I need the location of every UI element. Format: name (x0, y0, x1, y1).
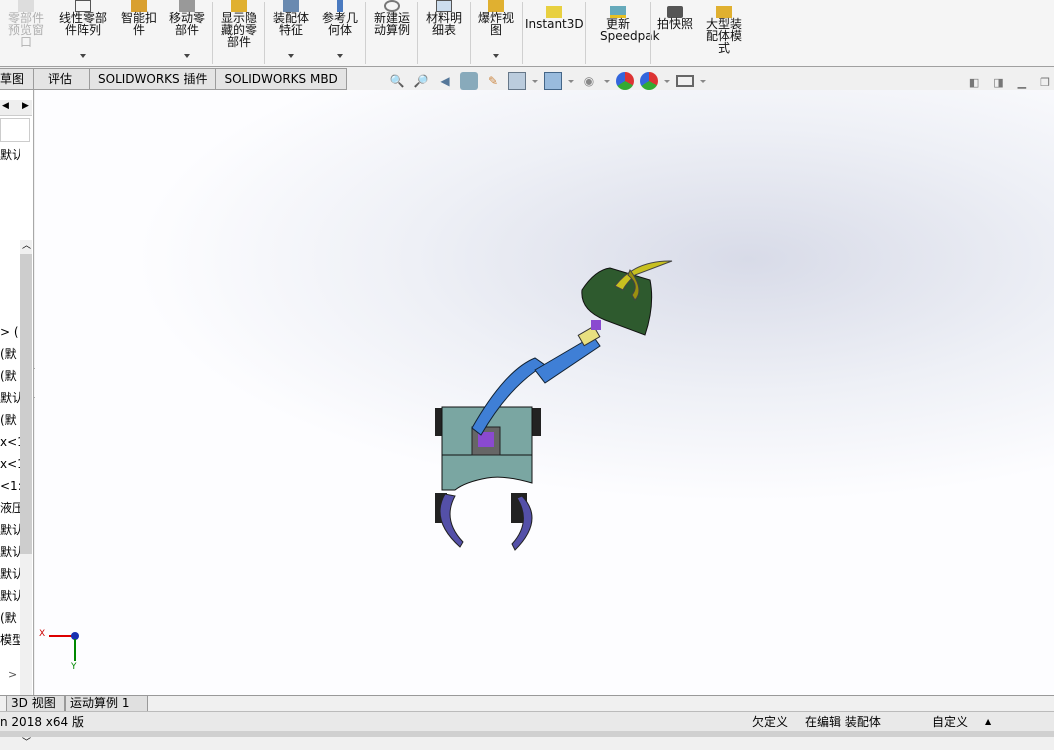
axis-triad: X Y (39, 629, 89, 680)
view-orientation-icon[interactable] (508, 72, 526, 90)
chevron-down-icon[interactable] (568, 79, 574, 83)
tree-item[interactable]: 默认 (0, 391, 20, 405)
exploded-view-button[interactable]: 爆炸视图 (473, 0, 519, 66)
tree-item[interactable]: (默 (0, 347, 20, 361)
zoom-to-fit-icon[interactable]: 🔍 (388, 72, 406, 90)
chevron-down-icon[interactable] (80, 54, 86, 58)
tab-motion-study-1[interactable]: 运动算例 1 (65, 696, 148, 712)
view-settings-monitor-icon[interactable] (676, 75, 694, 87)
component-preview-window-button[interactable]: 零部件预览窗口 (2, 0, 50, 66)
tree-item[interactable]: 默认 (0, 589, 20, 603)
chevron-down-icon[interactable] (184, 54, 190, 58)
tree-item[interactable]: x<1 (0, 435, 20, 449)
chevron-down-icon[interactable] (337, 54, 343, 58)
scroll-up-icon[interactable]: ︿ (22, 238, 31, 251)
tree-item[interactable]: 液压 (0, 501, 20, 515)
instant3d-button[interactable]: Instant3D (525, 0, 584, 66)
bill-of-materials-button[interactable]: 材料明细表 (421, 0, 467, 66)
y-axis-label: Y (71, 662, 77, 672)
chevron-up-icon[interactable]: ▲ (985, 712, 991, 732)
tree-item[interactable]: > ( (0, 325, 20, 339)
arrow-right-icon[interactable]: ▶ (22, 101, 29, 111)
units-custom[interactable]: 自定义 (932, 712, 968, 732)
editing-status: 在编辑 装配体 (805, 715, 881, 729)
minimize-icon[interactable]: ▁ (1018, 76, 1026, 89)
tab-3d-view[interactable]: 3D 视图 (6, 696, 65, 712)
update-speedpak-button[interactable]: 更新Speedpak (588, 0, 660, 66)
section-view-icon[interactable] (460, 72, 478, 90)
tree-item[interactable]: <1: (0, 479, 20, 493)
expand-arrow-icon[interactable]: > (8, 668, 17, 681)
chevron-down-icon[interactable] (493, 54, 499, 58)
chevron-down-icon[interactable] (532, 79, 538, 83)
tree-item[interactable]: x<1 (0, 457, 20, 471)
chevron-down-icon[interactable] (664, 79, 670, 83)
tab-solidworks-addins[interactable]: SOLIDWORKS 插件 (90, 68, 217, 90)
tree-item[interactable]: (默 (0, 413, 20, 427)
apply-scene-icon[interactable] (640, 72, 658, 90)
tree-scrollbar[interactable]: ︿ ﹀ (20, 240, 32, 750)
filter-input[interactable] (0, 118, 30, 142)
robot-assembly-model (435, 260, 673, 551)
x-axis-label: X (39, 629, 46, 639)
linear-component-pattern-button[interactable]: 线性零部件阵列 (55, 0, 111, 66)
chevron-down-icon[interactable] (288, 54, 294, 58)
prev-view-icon[interactable]: ◧ (969, 76, 979, 89)
large-assembly-mode-button[interactable]: 大型装配体模式 (700, 0, 748, 66)
hide-show-items-icon[interactable]: ◉ (580, 72, 598, 90)
tab-sketch[interactable]: 草图 (0, 68, 34, 90)
panel-nav-arrows[interactable]: ◀ ▶ (0, 100, 32, 116)
tree-item[interactable]: 默认 (0, 545, 20, 559)
new-motion-study-button[interactable]: 新建运动算例 (369, 0, 415, 66)
version-text: n 2018 x64 版 (0, 715, 84, 729)
window-controls: ◧ ◨ ▁ ❐ (969, 76, 1050, 89)
heads-up-view-toolbar: 🔍 🔎 ◀ ✎ ◉ (388, 72, 706, 90)
tab-solidworks-mbd[interactable]: SOLIDWORKS MBD (216, 68, 347, 90)
chevron-down-icon[interactable] (700, 79, 706, 83)
upper-arm (534, 335, 601, 384)
chevron-down-icon[interactable] (604, 79, 610, 83)
arrow-left-icon[interactable]: ◀ (2, 101, 9, 111)
display-style-icon[interactable] (544, 72, 562, 90)
smart-fasteners-button[interactable]: 智能扣件 (116, 0, 162, 66)
tree-item[interactable]: (默 (0, 369, 20, 383)
tree-item[interactable]: (默 (0, 611, 20, 625)
graphics-area[interactable]: X Y ◧ ◨ ▁ ❐ (35, 76, 1054, 695)
status-bar: n 2018 x64 版 欠定义 在编辑 装配体 自定义 ▲ (0, 711, 1054, 731)
dynamic-annotation-icon[interactable]: ✎ (484, 72, 502, 90)
command-tabs: 草图 评估 SOLIDWORKS 插件 SOLIDWORKS MBD (0, 68, 347, 90)
feature-manager-tree: ◀▶ 默认> ((默(默默认(默x<1x<1<1:液压默认默认默认默认(默模型 … (0, 90, 34, 750)
edit-appearance-icon[interactable] (616, 72, 634, 90)
previous-view-icon[interactable]: ◀ (436, 72, 454, 90)
reference-geometry-button[interactable]: 参考几何体 (317, 0, 363, 66)
move-component-button[interactable]: 移动零部件 (164, 0, 210, 66)
tree-item[interactable]: 默认 (0, 523, 20, 537)
show-hidden-components-button[interactable]: 显示隐藏的零部件 (216, 0, 262, 66)
definition-status: 欠定义 (752, 715, 789, 729)
tree-item[interactable]: 模型 (0, 633, 20, 647)
bottom-tabs: 3D 视图 运动算例 1 (0, 695, 1054, 712)
tree-item[interactable]: 默认 (0, 567, 20, 581)
restore-icon[interactable]: ❐ (1040, 76, 1050, 89)
tab-evaluate[interactable]: 评估 (34, 68, 90, 90)
zoom-to-area-icon[interactable]: 🔎 (412, 72, 430, 90)
assembly-features-button[interactable]: 装配体特征 (268, 0, 314, 66)
tree-item[interactable]: 默认 (0, 148, 20, 162)
take-snapshot-button[interactable]: 拍快照 (652, 0, 698, 66)
next-view-icon[interactable]: ◨ (993, 76, 1003, 89)
scrollbar-thumb[interactable] (20, 254, 32, 554)
command-manager-ribbon: 零部件预览窗口 线性零部件阵列 智能扣件 移动零部件 显示隐藏的零部件 装配体特… (0, 0, 1054, 67)
left-claw (439, 493, 464, 548)
